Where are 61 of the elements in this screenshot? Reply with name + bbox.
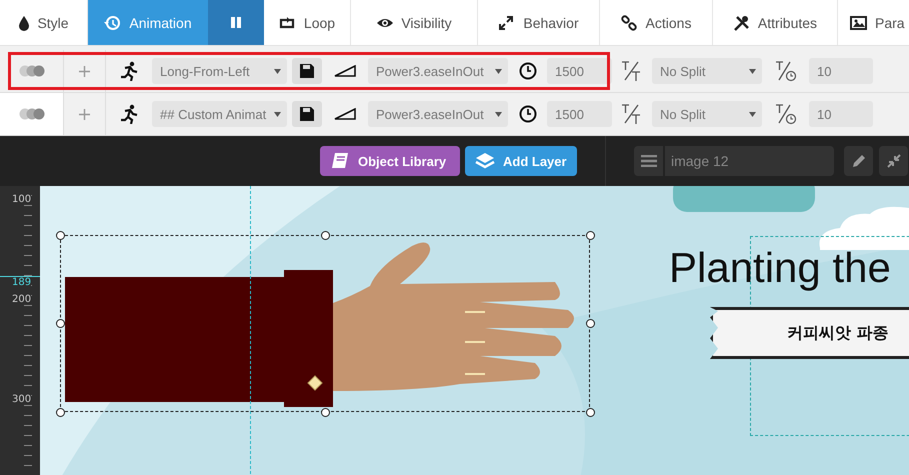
drop-icon [18,14,30,30]
tools-icon [732,14,751,30]
easing-select[interactable]: Power3.easeInOut [368,58,508,84]
split-delay-field[interactable]: 10 [809,101,873,127]
easing-select[interactable]: Power3.easeInOut [368,101,508,127]
plus-icon [79,108,90,120]
dropdown-caret-icon [274,68,281,74]
edit-button[interactable] [844,146,873,176]
animation-select[interactable]: ## Custom Animat [152,101,287,127]
add-layer-button[interactable]: Add Layer [465,146,577,176]
save-button[interactable] [292,58,322,84]
layers-icon [475,152,495,170]
ease-curve-icon [334,108,356,120]
compress-button[interactable] [879,146,908,176]
ruler-label: 189 [12,277,32,288]
ruler-label: 200 [12,294,32,305]
text-delay-icon [774,60,796,82]
animation-select[interactable]: Long-From-Left [152,58,287,84]
ease-curve-icon [334,65,356,77]
image-icon [850,14,868,30]
duration-field[interactable]: 1500 [547,101,612,127]
plus-icon [79,66,90,76]
pause-icon [231,17,241,28]
dropdown-caret-icon [274,112,281,116]
clock-icon [518,62,536,80]
slide-title: Planting the [669,244,891,292]
text-delay-icon [774,103,796,125]
toggle-switch[interactable] [0,93,64,135]
split-select[interactable]: No Split [652,101,762,127]
pause-button[interactable] [208,0,264,45]
dropdown-caret-icon [749,68,756,74]
dropdown-caret-icon [495,68,502,74]
banner-text: 커피씨앗 파종 [787,322,889,344]
tab[interactable]: Animation [88,0,208,45]
ruler-label: 300 [12,394,32,405]
running-person-icon [119,104,139,124]
link-icon [620,14,639,30]
save-icon [300,107,314,121]
book-icon [330,152,350,170]
split-select[interactable]: No Split [652,58,762,84]
layer-menu-button[interactable] [634,146,663,176]
clock-icon [518,105,536,123]
text-split-icon [621,103,643,125]
ruler-label: 100 [12,194,32,205]
dropdown-caret-icon [495,112,502,116]
layer-name-field[interactable]: image 12 [665,146,834,176]
toggle-icon [18,108,44,120]
object-library-button[interactable]: Object Library [320,146,460,176]
loop-icon [278,14,297,30]
pencil-icon [852,154,866,168]
toggle-icon [18,65,44,77]
menu-icon [640,155,656,167]
dropdown-caret-icon [749,112,756,116]
running-person-icon [119,61,139,81]
history-icon [104,14,122,30]
save-icon [300,64,314,78]
save-button[interactable] [292,101,322,127]
split-delay-field[interactable]: 10 [809,58,873,84]
duration-field[interactable]: 1500 [547,58,612,84]
text-split-icon [621,60,643,82]
compress-icon [886,154,900,168]
